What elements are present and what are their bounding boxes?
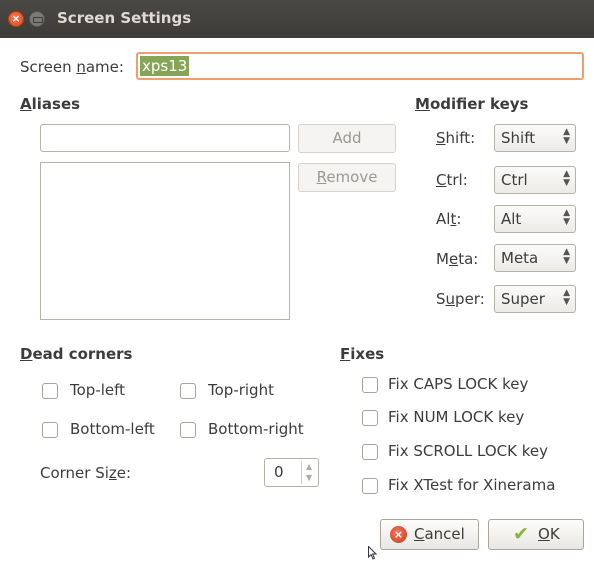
bottom-left-checkbox[interactable]	[42, 422, 58, 438]
screen-name-value: xps13	[140, 56, 190, 76]
top-left-checkbox[interactable]	[42, 383, 58, 399]
top-right-label: Top-right	[208, 381, 274, 399]
screen-name-label: Screen name:	[20, 58, 124, 76]
remove-alias-button[interactable]: Remove	[298, 163, 396, 192]
alt-label: Alt:	[436, 210, 462, 228]
cancel-icon: ×	[390, 526, 407, 543]
fix-num-lock-checkbox[interactable]	[362, 410, 378, 426]
screen-name-input[interactable]: xps13	[136, 52, 584, 80]
top-left-label: Top-left	[70, 381, 126, 399]
corner-size-value: 0	[274, 463, 284, 481]
updown-icon: ▲ ▼	[563, 208, 570, 227]
meta-label: Meta:	[436, 250, 479, 268]
alt-select[interactable]: Alt ▲ ▼	[494, 205, 576, 233]
fix-caps-lock-label: Fix CAPS LOCK key	[388, 375, 529, 393]
fix-xtest-label: Fix XTest for Xinerama	[388, 476, 556, 494]
add-alias-button[interactable]: Add	[298, 124, 396, 153]
updown-icon: ▲ ▼	[563, 127, 570, 146]
minimize-icon[interactable]	[29, 11, 45, 27]
dead-corners-header: Dead corners	[20, 345, 133, 363]
fix-caps-lock-checkbox[interactable]	[362, 377, 378, 393]
window-title: Screen Settings	[57, 9, 192, 27]
bottom-right-checkbox[interactable]	[180, 422, 196, 438]
alias-input[interactable]	[40, 124, 290, 152]
mouse-cursor-icon	[368, 546, 377, 560]
top-right-checkbox[interactable]	[180, 383, 196, 399]
super-label: Super:	[436, 290, 485, 308]
fix-scroll-lock-label: Fix SCROLL LOCK key	[388, 442, 549, 460]
super-select[interactable]: Super ▲ ▼	[494, 285, 576, 313]
aliases-header: Aliases	[20, 95, 81, 113]
checkmark-icon: ✔	[513, 523, 529, 545]
updown-icon[interactable]: ▲ ▼	[301, 461, 316, 484]
cancel-button[interactable]: × Cancel	[380, 519, 479, 550]
updown-icon: ▲ ▼	[563, 247, 570, 266]
fixes-header: Fixes	[340, 345, 385, 363]
fix-xtest-checkbox[interactable]	[362, 478, 378, 494]
shift-select[interactable]: Shift ▲ ▼	[494, 124, 576, 152]
fix-scroll-lock-checkbox[interactable]	[362, 444, 378, 460]
meta-select[interactable]: Meta ▲ ▼	[494, 244, 576, 272]
ctrl-select[interactable]: Ctrl ▲ ▼	[494, 166, 576, 194]
ok-button[interactable]: ✔ OK	[488, 519, 584, 550]
corner-size-spinner[interactable]: 0 ▲ ▼	[264, 458, 319, 487]
updown-icon: ▲ ▼	[563, 169, 570, 188]
ctrl-label: Ctrl:	[436, 171, 468, 189]
shift-label: Shift:	[436, 129, 476, 147]
fix-num-lock-label: Fix NUM LOCK key	[388, 408, 525, 426]
close-icon[interactable]: ×	[8, 11, 24, 27]
updown-icon: ▲ ▼	[563, 288, 570, 307]
corner-size-label: Corner Size:	[40, 464, 132, 482]
modifier-keys-header: Modifier keys	[415, 95, 529, 113]
bottom-right-label: Bottom-right	[208, 420, 304, 438]
bottom-left-label: Bottom-left	[70, 420, 155, 438]
title-bar: × Screen Settings	[0, 0, 594, 38]
alias-list[interactable]	[40, 162, 290, 320]
